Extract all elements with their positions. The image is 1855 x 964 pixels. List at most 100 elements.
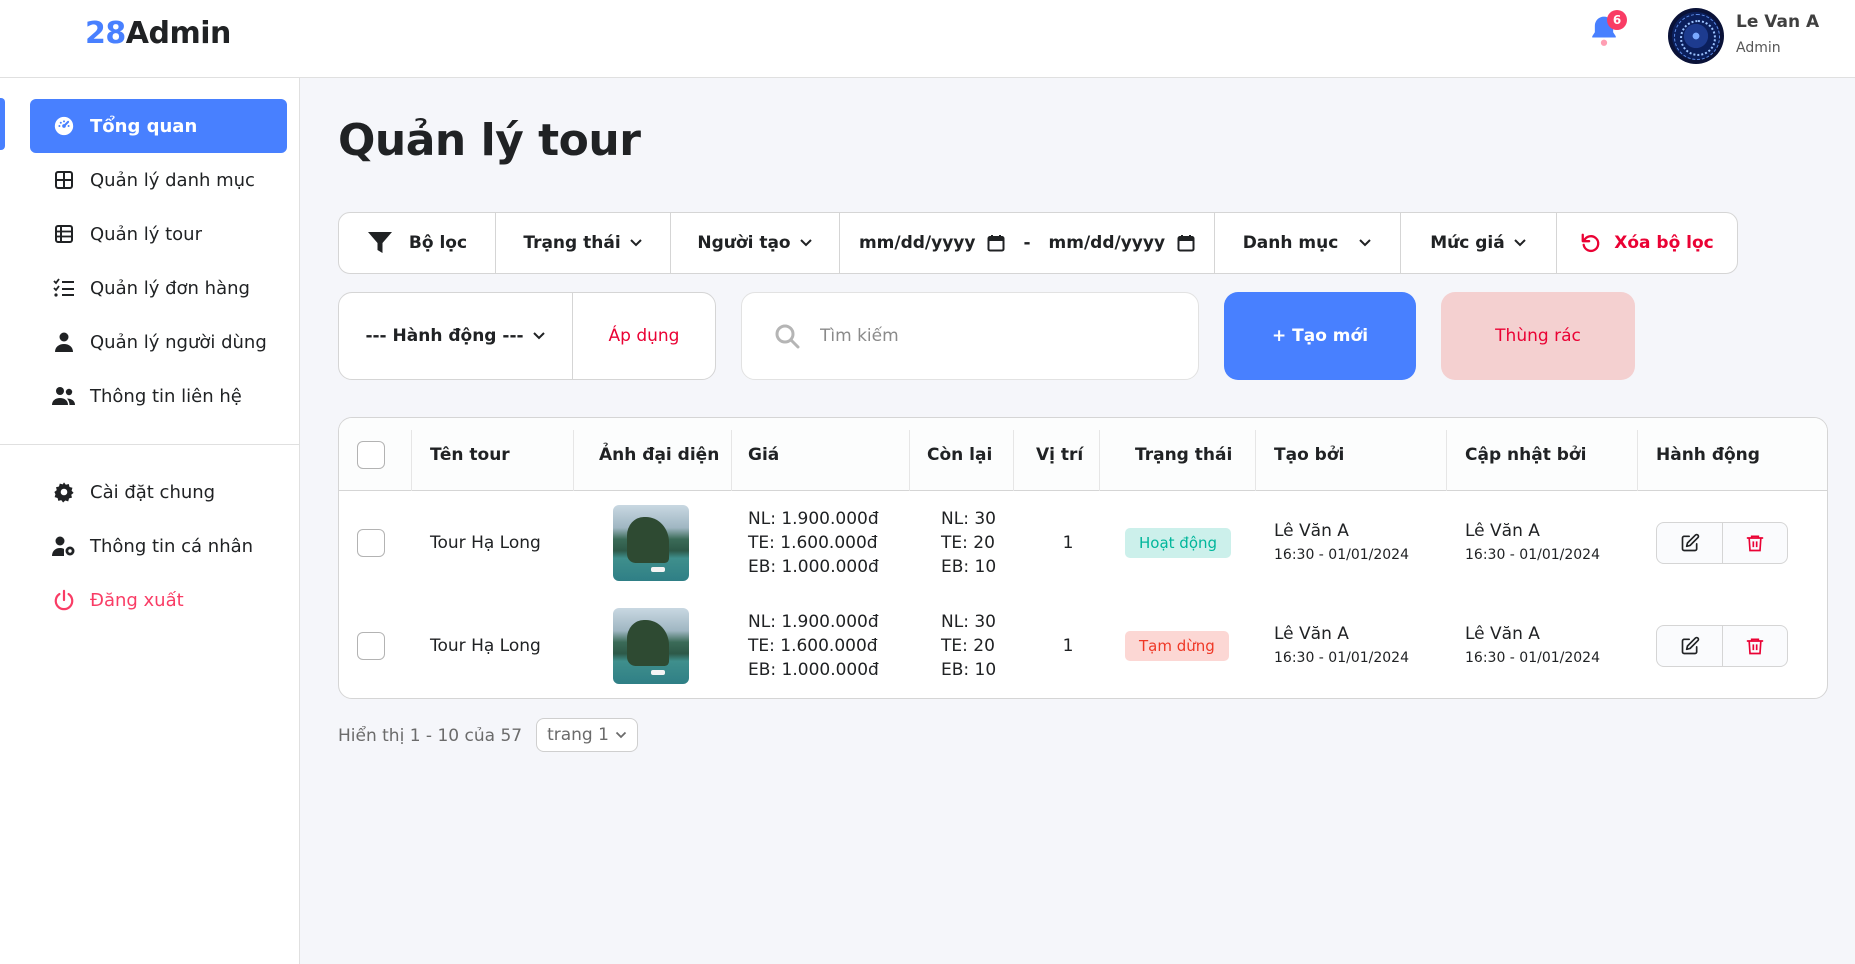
- tour-table: Tên tour Ảnh đại diện Giá Còn lại Vị trí…: [338, 417, 1828, 699]
- delete-button[interactable]: [1722, 625, 1787, 666]
- edit-icon: [1681, 533, 1699, 551]
- search-input[interactable]: [820, 326, 1160, 346]
- stock-infant: EB: 10: [941, 659, 997, 680]
- status-cell: Hoạt động: [1125, 491, 1232, 594]
- filter-label: Bộ lọc: [339, 213, 496, 273]
- sidebar-item-label: Cài đặt chung: [90, 481, 216, 503]
- header-divider: [1446, 430, 1447, 491]
- reset-icon: [1581, 233, 1600, 252]
- select-all-checkbox[interactable]: [357, 440, 385, 469]
- header-divider: [1637, 430, 1638, 491]
- calendar-icon: [1177, 235, 1195, 252]
- tour-name[interactable]: Tour Hạ Long: [430, 491, 541, 594]
- created-by-cell: Lê Văn A 16:30 - 01/01/2024: [1274, 594, 1409, 697]
- stock-cell: NL: 30 TE: 20 EB: 10: [941, 491, 996, 594]
- date-from-input[interactable]: mm/dd/yyyy: [859, 233, 1006, 253]
- tour-thumbnail: [613, 607, 689, 684]
- price-cell: NL: 1.900.000đ TE: 1.600.000đ EB: 1.000.…: [748, 491, 879, 594]
- date-from-text: mm/dd/yyyy: [858, 233, 976, 253]
- updated-at-time: 16:30 - 01/01/2024: [1465, 546, 1600, 563]
- created-at-time: 16:30 - 01/01/2024: [1274, 546, 1409, 563]
- create-button[interactable]: + Tạo mới: [1224, 292, 1416, 380]
- date-to-text: mm/dd/yyyy: [1048, 233, 1166, 253]
- page-title: Quản lý tour: [338, 115, 641, 166]
- sidebar-item-logout[interactable]: Đăng xuất: [30, 573, 287, 627]
- category-filter[interactable]: Danh mục: [1215, 213, 1401, 273]
- stock-adult: NL: 30: [941, 508, 996, 529]
- logo-text: Admin: [125, 16, 232, 51]
- filter-icon: [367, 232, 392, 253]
- created-by-name: Lê Văn A: [1274, 520, 1349, 541]
- sidebar-item-profile[interactable]: Thông tin cá nhân: [30, 519, 287, 573]
- gear-icon: [52, 480, 76, 504]
- notification-badge: 6: [1607, 10, 1627, 30]
- logo-accent: 28: [85, 16, 126, 51]
- sidebar-item-tours[interactable]: Quản lý tour: [30, 207, 287, 261]
- power-icon: [52, 588, 76, 612]
- tour-name[interactable]: Tour Hạ Long: [430, 594, 541, 697]
- price-infant: EB: 1.000.000đ: [748, 556, 879, 577]
- sidebar-item-categories[interactable]: Quản lý danh mục: [30, 153, 287, 207]
- notification-button[interactable]: 6: [1586, 10, 1627, 50]
- price-filter[interactable]: Mức giá: [1401, 213, 1557, 273]
- table-header: Tên tour Ảnh đại diện Giá Còn lại Vị trí…: [339, 418, 1827, 491]
- stock-infant: EB: 10: [941, 556, 997, 577]
- chevron-down-icon: [1359, 239, 1372, 247]
- row-action-group: [1656, 624, 1788, 667]
- created-by-cell: Lê Văn A 16:30 - 01/01/2024: [1274, 491, 1409, 594]
- checklist-icon: [52, 276, 76, 300]
- status-badge[interactable]: Tạm dừng: [1125, 630, 1229, 661]
- sidebar-item-users[interactable]: Quản lý người dùng: [30, 315, 287, 369]
- clear-filter-button[interactable]: Xóa bộ lọc: [1557, 213, 1737, 273]
- sidebar-item-settings[interactable]: Cài đặt chung: [30, 465, 287, 519]
- status-cell: Tạm dừng: [1125, 594, 1229, 697]
- column-header-position: Vị trí: [1036, 444, 1084, 465]
- created-by-name: Lê Văn A: [1274, 623, 1349, 644]
- row-checkbox[interactable]: [357, 631, 385, 660]
- apply-button[interactable]: Áp dụng: [573, 293, 715, 379]
- chevron-down-icon: [629, 239, 642, 247]
- header-divider: [1099, 430, 1100, 491]
- avatar[interactable]: [1668, 8, 1724, 64]
- page-select[interactable]: trang 1: [536, 718, 638, 752]
- status-badge[interactable]: Hoạt động: [1125, 527, 1232, 558]
- sidebar-item-dashboard[interactable]: Tổng quan: [30, 99, 287, 153]
- trash-icon: [1746, 535, 1764, 551]
- header-divider: [731, 430, 732, 491]
- header-divider: [411, 430, 412, 491]
- edit-button[interactable]: [1657, 523, 1722, 563]
- row-action-group: [1656, 521, 1788, 564]
- edit-icon: [1681, 636, 1699, 654]
- creator-filter-label: Người tạo: [697, 233, 791, 253]
- app-logo[interactable]: 28Admin: [85, 16, 231, 51]
- sidebar-item-label: Quản lý người dùng: [90, 331, 267, 353]
- price-infant: EB: 1.000.000đ: [748, 659, 879, 680]
- stock-child: TE: 20: [941, 635, 995, 656]
- table-row: Tour Hạ Long NL: 1.900.000đ TE: 1.600.00…: [339, 594, 1827, 697]
- header-divider: [1013, 430, 1014, 491]
- trash-button[interactable]: Thùng rác: [1441, 292, 1635, 380]
- price-adult: NL: 1.900.000đ: [748, 611, 879, 632]
- column-header-updated-by: Cập nhật bởi: [1465, 444, 1587, 465]
- date-range-filter: mm/dd/yyyy - mm/dd/yyyy: [840, 213, 1215, 273]
- chevron-down-icon: [1514, 239, 1526, 247]
- row-select-cell: [357, 491, 385, 594]
- row-checkbox[interactable]: [357, 528, 385, 557]
- edit-button[interactable]: [1657, 626, 1722, 666]
- bulk-action-select[interactable]: --- Hành động ---: [339, 293, 573, 379]
- sidebar-item-label: Quản lý đơn hàng: [90, 277, 250, 299]
- tour-thumbnail-cell: [613, 594, 689, 697]
- creator-filter[interactable]: Người tạo: [671, 213, 840, 273]
- table-row: Tour Hạ Long NL: 1.900.000đ TE: 1.600.00…: [339, 491, 1827, 594]
- price-filter-label: Mức giá: [1430, 233, 1505, 253]
- page-select-value: trang 1: [547, 725, 609, 745]
- delete-button[interactable]: [1722, 522, 1787, 563]
- sidebar-item-contacts[interactable]: Thông tin liên hệ: [30, 369, 287, 423]
- date-to-input[interactable]: mm/dd/yyyy: [1049, 233, 1196, 253]
- sidebar-item-orders[interactable]: Quản lý đơn hàng: [30, 261, 287, 315]
- calendar-icon: [987, 235, 1005, 252]
- status-filter[interactable]: Trạng thái: [496, 213, 671, 273]
- user-cog-icon: [52, 534, 76, 558]
- user-name: Le Van A: [1736, 12, 1820, 32]
- sidebar-item-label: Quản lý tour: [90, 223, 202, 245]
